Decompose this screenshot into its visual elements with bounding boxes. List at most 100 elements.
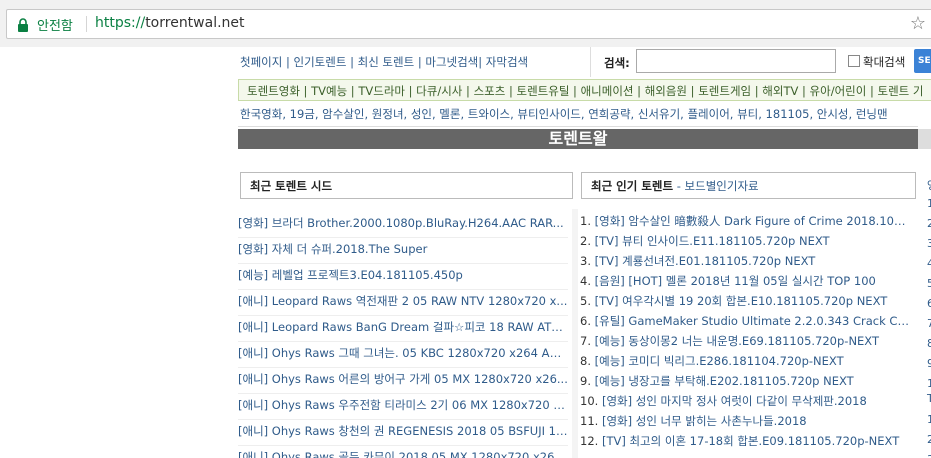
category-sports[interactable]: 스포츠 [474, 84, 506, 98]
list-item[interactable]: 8. [예능] 코미디 빅리그.E286.181104.720p-NEXT [580, 352, 912, 372]
list-item[interactable]: [영화] 브라더 Brother.2000.1080p.BluRay.H264.… [238, 212, 568, 238]
edge-item: 3 [927, 237, 931, 250]
list-item[interactable]: [애니] Ohys Raws 그때 그녀는. 05 KBC 1280x720 x… [238, 342, 568, 368]
category-utility[interactable]: 토렌트유틸 [517, 84, 570, 98]
site-banner: 토렌트왈 [238, 129, 918, 149]
list-rank: 3. [580, 254, 595, 268]
edge-item: 1 [927, 413, 931, 426]
list-rank: 9. [580, 374, 595, 388]
edge-item: 7 [927, 317, 931, 330]
edge-item: 영 [927, 177, 931, 193]
list-item[interactable]: 4. [음원] [HOT] 멜론 2018년 11월 05일 실시간 TOP 1… [580, 272, 912, 292]
edge-item: 2 [927, 217, 931, 230]
header-divider [590, 47, 591, 77]
list-rank: 12. [580, 434, 602, 448]
list-rank: 10. [580, 394, 602, 408]
list-item[interactable]: [애니] Ohys Raws 어른의 방어구 가게 05 MX 1280x720… [238, 368, 568, 394]
content-divider [238, 126, 918, 127]
recent-seeds-header: 최근 토렌트 시드 [240, 172, 573, 199]
list-item-title: [TV] 여우각시별 19 20회 합본.E10.181105.720p NEX… [594, 294, 888, 308]
recent-seeds-title: 최근 토렌트 시드 [250, 179, 333, 193]
list-item[interactable]: [영화] 자체 더 슈퍼.2018.The Super [238, 238, 568, 264]
bookmark-star-icon[interactable]: ☆ [910, 13, 926, 34]
popular-tags[interactable]: 한국영화, 19금, 암수살인, 원정녀, 성인, 멜론, 트와이스, 뷰티인사… [240, 106, 888, 122]
list-rank: 4. [580, 274, 595, 288]
list-item-title: [영화] 성인 너무 밝히는 사촌누나들.2018 [601, 414, 807, 428]
list-item[interactable]: 6. [유틸] GameMaker Studio Ultimate 2.2.0.… [580, 312, 912, 332]
popular-board-link[interactable]: - 보드별인기자료 [673, 179, 759, 193]
list-item[interactable]: 1. [영화] 암수살인 暗數殺人 Dark Figure of Crime 2… [580, 212, 912, 232]
nav-magnet-search[interactable]: 마그넷검색 [425, 55, 478, 69]
list-item[interactable]: [애니] Ohys Raws 우주전함 티라미스 2기 06 MX 1280x7… [238, 394, 568, 420]
nav-subtitle-search[interactable]: 자막검색 [486, 55, 528, 69]
omnibox-divider [86, 16, 87, 32]
web-page: 첫페이지 | 인기토렌트 | 최신 토렌트 | 마그넷검색| 자막검색 검색: … [0, 47, 931, 458]
nav-popular[interactable]: 인기토렌트 [294, 55, 347, 69]
list-item-title: [영화] 성인 마지막 정사 여럿이 다같이 무삭제판.2018 [601, 394, 867, 408]
list-item[interactable]: [애니] Leopard Raws 역전재판 2 05 RAW NTV 1280… [238, 290, 568, 316]
category-game[interactable]: 토렌트게임 [698, 84, 751, 98]
search-button[interactable]: SE [914, 49, 931, 73]
list-item-title: [예능] 냉장고를 부탁해.E202.181105.720p NEXT [594, 374, 854, 388]
url-scheme: https:// [95, 15, 146, 31]
list-item[interactable]: [예능] 레벨업 프로젝트3.E04.181105.450p [238, 264, 568, 290]
list-item-title: [TV] 최고의 이혼 17-18회 합본.E09.181105.720p-NE… [601, 434, 900, 448]
right-edge-list: 영 1 2 3 4 5 6 7 8 9 1 T 1 2 3 [922, 177, 931, 458]
list-item[interactable]: 12. [TV] 최고의 이혼 17-18회 합본.E09.181105.720… [580, 432, 912, 452]
edge-item: 5 [927, 277, 931, 290]
edge-item: 6 [927, 297, 931, 310]
list-rank: 7. [580, 334, 595, 348]
list-item[interactable]: 10. [영화] 성인 마지막 정사 여럿이 다같이 무삭제판.2018 [580, 392, 912, 412]
category-documentary[interactable]: 다큐/시사 [416, 84, 462, 98]
popular-torrents-header: 최근 인기 토렌트 - 보드별인기자료 [581, 172, 916, 199]
category-foreign-music[interactable]: 해외음원 [645, 84, 687, 98]
search-input[interactable] [636, 49, 836, 73]
list-item-title: [TV] 뷰티 인사이드.E11.181105.720p NEXT [594, 234, 830, 248]
list-item[interactable]: [애니] Ohys Raws 골든 카무이 2018 05 MX 1280x72… [238, 446, 568, 458]
edge-item: 1 [927, 377, 931, 390]
list-item[interactable]: 2. [TV] 뷰티 인사이드.E11.181105.720p NEXT [580, 232, 912, 252]
search-label: 검색: [604, 56, 630, 70]
popular-list: 1. [영화] 암수살인 暗數殺人 Dark Figure of Crime 2… [580, 212, 912, 452]
category-animation[interactable]: 애니메이션 [581, 84, 634, 98]
category-kids[interactable]: 유아/어린이 [810, 84, 867, 98]
list-item[interactable]: 3. [TV] 계룡선녀전.E01.181105.720p NEXT [580, 252, 912, 272]
edge-item: 1 [927, 197, 931, 210]
category-tv-variety[interactable]: TV예능 [311, 84, 347, 98]
popular-title-text: 최근 인기 토렌트 [591, 179, 674, 193]
recent-list: [영화] 브라더 Brother.2000.1080p.BluRay.H264.… [238, 212, 568, 458]
edge-item: 9 [927, 357, 931, 370]
list-item[interactable]: 7. [예능] 동상이몽2 너는 내운명.E69.181105.720p-NEX… [580, 332, 912, 352]
list-item[interactable]: 11. [영화] 성인 너무 밝히는 사촌누나들.2018 [580, 412, 912, 432]
popular-torrents-title: 최근 인기 토렌트 - 보드별인기자료 [591, 178, 759, 194]
category-tv-drama[interactable]: TV드라마 [358, 84, 405, 98]
list-item[interactable]: [애니] Ohys Raws 창천의 권 REGENESIS 2018 05 B… [238, 420, 568, 446]
nav-latest[interactable]: 최신 토렌트 [358, 55, 415, 69]
category-bar: 토렌트영화 | TV예능 | TV드라마 | 다큐/시사 | 스포츠 | 토렌트… [238, 79, 931, 101]
top-navigation: 첫페이지 | 인기토렌트 | 최신 토렌트 | 마그넷검색| 자막검색 [240, 55, 529, 69]
list-divider [572, 209, 578, 458]
list-rank: 5. [580, 294, 595, 308]
expand-search-checkbox[interactable] [848, 55, 860, 67]
category-movie[interactable]: 토렌트영화 [247, 84, 300, 98]
url-text[interactable]: https://torrentwal.net [95, 15, 245, 31]
edge-item: T [927, 392, 931, 405]
banner-edge [918, 129, 931, 149]
edge-item: 2 [927, 433, 931, 446]
list-rank: 8. [580, 354, 595, 368]
nav-home[interactable]: 첫페이지 [240, 55, 282, 69]
edge-item: 4 [927, 257, 931, 270]
list-item[interactable]: 9. [예능] 냉장고를 부탁해.E202.181105.720p NEXT [580, 372, 912, 392]
category-etc[interactable]: 토렌트 기 [878, 84, 924, 98]
list-item-title: [영화] 암수살인 暗數殺人 Dark Figure of Crime 2018… [594, 214, 912, 228]
list-rank: 11. [580, 414, 602, 428]
list-rank: 1. [580, 214, 595, 228]
edge-item: 3 [927, 453, 931, 458]
list-rank: 6. [580, 314, 595, 328]
browser-address-bar: 안전함 https://torrentwal.net ☆ [0, 0, 931, 48]
lock-icon [18, 18, 28, 32]
omnibox[interactable]: 안전함 https://torrentwal.net ☆ [6, 9, 931, 39]
list-item[interactable]: 5. [TV] 여우각시별 19 20회 합본.E10.181105.720p … [580, 292, 912, 312]
category-foreign-tv[interactable]: 해외TV [762, 84, 798, 98]
list-item[interactable]: [애니] Leopard Raws BanG Dream 걸파☆피코 18 RA… [238, 316, 568, 342]
